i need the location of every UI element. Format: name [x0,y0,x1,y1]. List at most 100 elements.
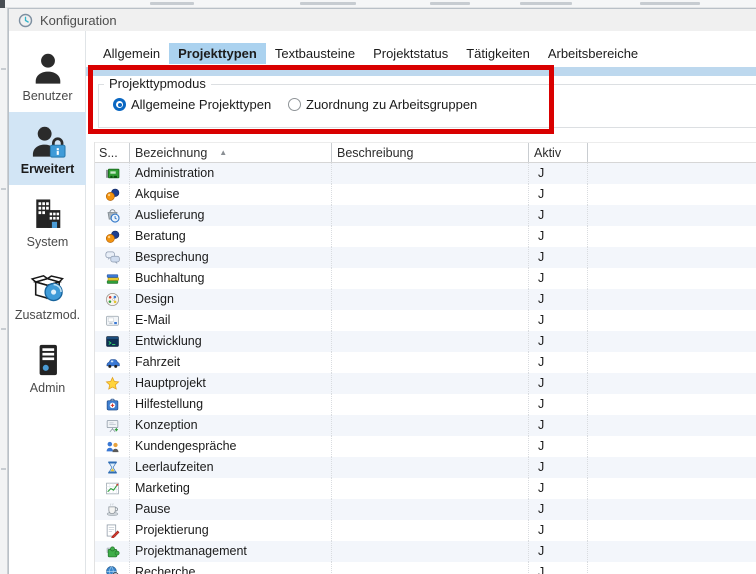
easel-icon [95,415,130,436]
table-row[interactable]: DesignJ [95,289,756,310]
cell-aktiv: J [529,205,588,226]
cell-filler [588,331,756,352]
cell-filler [588,226,756,247]
cell-filler [588,268,756,289]
cell-beschreibung [332,541,529,562]
radio-zuordnung-zu-arbeitsgruppen[interactable]: Zuordnung zu Arbeitsgruppen [288,97,477,112]
table-row[interactable]: EntwicklungJ [95,331,756,352]
tab-textbausteine[interactable]: Textbausteine [266,43,364,64]
tab-accent-band [86,67,756,76]
cell-bezeichnung: Projektmanagement [130,541,332,562]
table-row[interactable]: Marketing J [95,478,756,499]
background-window-left-strip [0,8,8,574]
column-header-bezeichnung[interactable]: Bezeichnung▲ [130,143,332,162]
puzzle-icon [95,541,130,562]
two-balls-icon [95,184,130,205]
table-row[interactable]: E-MailJ [95,310,756,331]
cell-aktiv: J [529,415,588,436]
table-row[interactable]: LeerlaufzeitenJ [95,457,756,478]
cell-bezeichnung: Administration [130,163,332,184]
table-row[interactable]: AuslieferungJ [95,205,756,226]
table-row[interactable]: Administration J [95,163,756,184]
table-row[interactable]: KundengesprächeJ [95,436,756,457]
cell-bezeichnung: Beratung [130,226,332,247]
table-row[interactable]: ProjektmanagementJ [95,541,756,562]
table-row[interactable]: PauseJ [95,499,756,520]
tab-projektstatus[interactable]: Projektstatus [364,43,457,64]
cell-filler [588,352,756,373]
first-aid-icon [95,394,130,415]
table-row[interactable]: FahrzeitJ [95,352,756,373]
car-icon [95,352,130,373]
sidebar-item-erweitert[interactable]: Erweitert [9,112,86,185]
sidebar-item-label: Zusatzmod. [9,308,86,322]
table-header: S... Bezeichnung▲BeschreibungAktiv [95,142,756,163]
background-window-top-strip [0,0,756,8]
cell-filler [588,163,756,184]
tab-arbeitsbereiche[interactable]: Arbeitsbereiche [539,43,647,64]
table-row[interactable]: Recherche J [95,562,756,574]
mail-window-icon [95,310,130,331]
radio-allgemeine-projekttypen[interactable]: Allgemeine Projekttypen [113,97,271,112]
cell-bezeichnung: Buchhaltung [130,268,332,289]
palette-icon [95,289,130,310]
tab-projekttypen[interactable]: Projekttypen [169,43,266,64]
cell-filler [588,184,756,205]
cell-beschreibung [332,415,529,436]
sidebar-item-admin[interactable]: Admin [9,331,86,404]
network-card-icon [95,163,130,184]
cell-aktiv: J [529,352,588,373]
cell-aktiv: J [529,226,588,247]
table-row[interactable]: Beratung J [95,226,756,247]
table-row[interactable]: BesprechungJ [95,247,756,268]
star-icon [95,373,130,394]
hourglass-icon [95,457,130,478]
cell-bezeichnung: Entwicklung [130,331,332,352]
doc-pen-icon [95,520,130,541]
cell-aktiv: J [529,247,588,268]
column-header-beschreibung[interactable]: Beschreibung [332,143,529,162]
table-row[interactable]: ProjektierungJ [95,520,756,541]
sidebar-item-label: Erweitert [9,162,86,176]
table-row[interactable]: HauptprojektJ [95,373,756,394]
two-balls-icon [95,226,130,247]
cell-bezeichnung: Marketing [130,478,332,499]
sidebar-item-system[interactable]: System [9,185,86,258]
terminal-icon [95,331,130,352]
table-row[interactable]: HilfestellungJ [95,394,756,415]
sidebar-item-benutzer[interactable]: Benutzer [9,39,86,112]
table-row[interactable]: AkquiseJ [95,184,756,205]
sidebar-item-zusatzmod[interactable]: Zusatzmod. [9,258,86,331]
column-header-s[interactable]: S... [95,143,130,162]
cell-beschreibung [332,373,529,394]
radio-label: Zuordnung zu Arbeitsgruppen [306,97,477,112]
cell-aktiv: J [529,520,588,541]
table-row[interactable]: KonzeptionJ [95,415,756,436]
cell-filler [588,520,756,541]
cell-bezeichnung: Recherche [130,562,332,574]
column-header-label: S... [99,143,118,162]
cell-aktiv: J [529,478,588,499]
konfiguration-dialog: Konfiguration Benutzer Erweitert System Zus… [8,8,756,574]
cell-aktiv: J [529,163,588,184]
column-header-aktiv[interactable]: Aktiv [529,143,588,162]
cell-aktiv: J [529,562,588,574]
table-row[interactable]: BuchhaltungJ [95,268,756,289]
two-people-icon [95,436,130,457]
user-icon [29,49,67,87]
cell-aktiv: J [529,184,588,205]
cell-bezeichnung: Design [130,289,332,310]
sidebar: Benutzer Erweitert System Zusatzmod. Admin [9,31,86,574]
cell-filler [588,310,756,331]
cell-beschreibung [332,436,529,457]
projekttypen-table: S... Bezeichnung▲BeschreibungAktiv Admini… [94,142,756,574]
user-lock-icon [29,122,67,160]
tab-allgemein[interactable]: Allgemein [94,43,169,64]
tab-taetigkeiten[interactable]: Tätigkeiten [457,43,539,64]
sidebar-item-label: Benutzer [9,89,86,103]
window-titlebar[interactable]: Konfiguration [9,9,756,31]
cell-bezeichnung: Pause [130,499,332,520]
cell-beschreibung [332,520,529,541]
cell-filler [588,436,756,457]
cell-aktiv: J [529,457,588,478]
